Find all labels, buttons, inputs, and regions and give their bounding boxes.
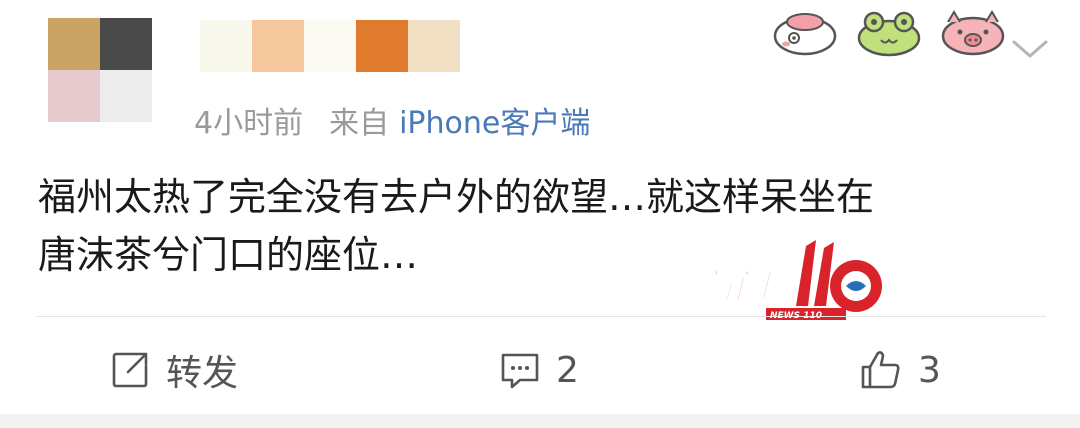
frog-sticker-icon xyxy=(854,8,924,58)
action-bar: 转发 2 3 xyxy=(0,340,1080,400)
post-time: 4小时前 xyxy=(194,106,304,141)
avatar[interactable] xyxy=(48,18,152,122)
news110-watermark-logo: 新闻 NEWS 110 xyxy=(696,236,896,328)
post-text-line: 福州太热了完全没有去户外的欲望…就这样呆坐在 xyxy=(38,175,875,219)
pig-sticker-icon xyxy=(770,8,840,58)
username-tile xyxy=(252,20,304,72)
comment-count: 2 xyxy=(556,349,579,391)
username-tile xyxy=(304,20,356,72)
source-device[interactable]: iPhone客户端 xyxy=(399,98,590,142)
post-meta: 4小时前 来自 iPhone客户端 xyxy=(194,98,590,142)
post-text-line: 唐沫茶兮门口的座位… xyxy=(38,233,419,277)
post-text: 福州太热了完全没有去户外的欲望…就这样呆坐在 唐沫茶兮门口的座位… xyxy=(38,168,1048,284)
comment-button[interactable]: 2 xyxy=(498,340,579,400)
thumbs-up-icon xyxy=(861,351,900,389)
section-separator xyxy=(0,414,1080,428)
post-source: 来自 iPhone客户端 xyxy=(329,98,590,142)
pig-face-sticker-icon xyxy=(938,8,1008,58)
avatar-tile xyxy=(48,70,100,122)
username-mosaic[interactable] xyxy=(200,20,460,72)
sticker-strip xyxy=(770,8,1008,58)
source-prefix: 来自 xyxy=(329,106,390,141)
username-tile xyxy=(356,20,408,72)
avatar-tile xyxy=(100,70,152,122)
avatar-tile xyxy=(100,18,152,70)
like-button[interactable]: 3 xyxy=(858,340,941,400)
avatar-tile xyxy=(48,18,100,70)
comment-icon xyxy=(501,353,539,389)
divider xyxy=(36,316,1046,317)
repost-button[interactable]: 转发 xyxy=(108,340,238,400)
username-tile xyxy=(200,20,252,72)
username-tile xyxy=(408,20,460,72)
repost-label: 转发 xyxy=(166,353,239,394)
svg-text:新闻: 新闻 xyxy=(700,267,773,307)
chevron-down-icon[interactable] xyxy=(1010,34,1050,64)
like-count: 3 xyxy=(918,349,941,391)
share-icon xyxy=(112,352,148,388)
